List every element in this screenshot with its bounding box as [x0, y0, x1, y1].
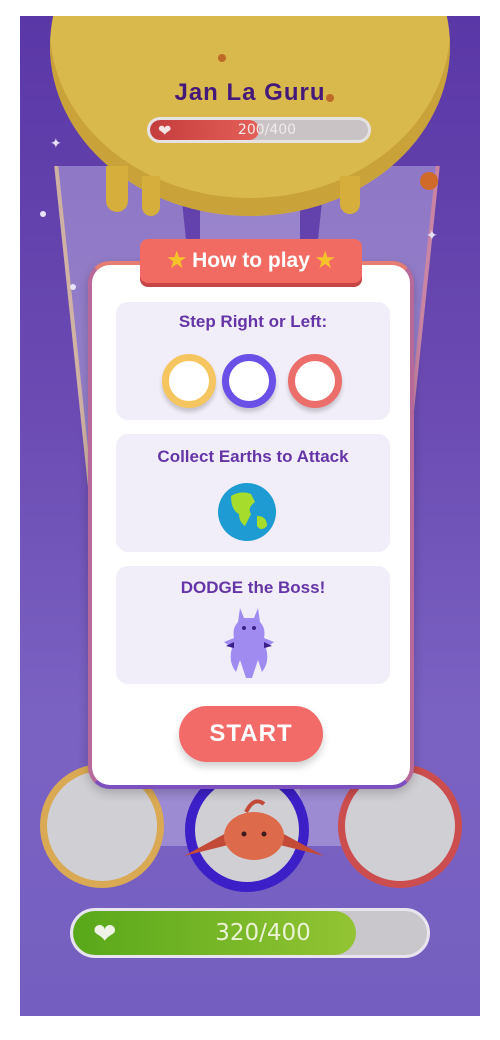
dodge-section-title: DODGE the Boss! [180, 578, 326, 597]
sparkle-icon: ✦ [50, 136, 62, 152]
player-character-icon [184, 799, 324, 860]
boss-name: Jan La Guru [174, 79, 326, 106]
orange-dot [420, 172, 438, 190]
lane-ring-middle-icon [222, 354, 276, 408]
lane-ring-right-icon [288, 354, 342, 408]
how-to-play-banner: ★ How to play ★ [140, 239, 362, 283]
boss-health-text: 200/400 [237, 122, 297, 138]
earth-icon [218, 483, 276, 541]
collect-section-title: Collect Earths to Attack [157, 447, 349, 466]
star-icon: ★ [167, 249, 187, 272]
step-section-title: Step Right or Left: [178, 312, 328, 331]
game-screen: ✦ ✦ Jan La Guru ❤ 200/400 ❤ 320/400 ★ Ho… [20, 16, 480, 1016]
star-dot [70, 284, 76, 290]
star-icon: ★ [315, 249, 335, 272]
star-dot [40, 211, 46, 217]
boss-spot [218, 54, 226, 62]
boss-drip [142, 176, 160, 216]
step-section: Step Right or Left: [116, 302, 390, 420]
dodge-section: DODGE the Boss! [116, 566, 390, 684]
collect-section: Collect Earths to Attack [116, 434, 390, 552]
lane-ring-left-icon [162, 354, 216, 408]
boss-icon [224, 608, 274, 678]
sparkle-icon: ✦ [426, 228, 438, 244]
boss-health-bar: ❤ 200/400 [147, 117, 371, 143]
player-health-bar: ❤ 320/400 [70, 908, 430, 958]
boss-drip [340, 176, 360, 214]
player-health-text: 320/400 [215, 920, 311, 946]
start-button[interactable]: START [179, 706, 323, 762]
how-to-play-title: How to play [192, 249, 310, 272]
boss-drip [106, 166, 128, 212]
